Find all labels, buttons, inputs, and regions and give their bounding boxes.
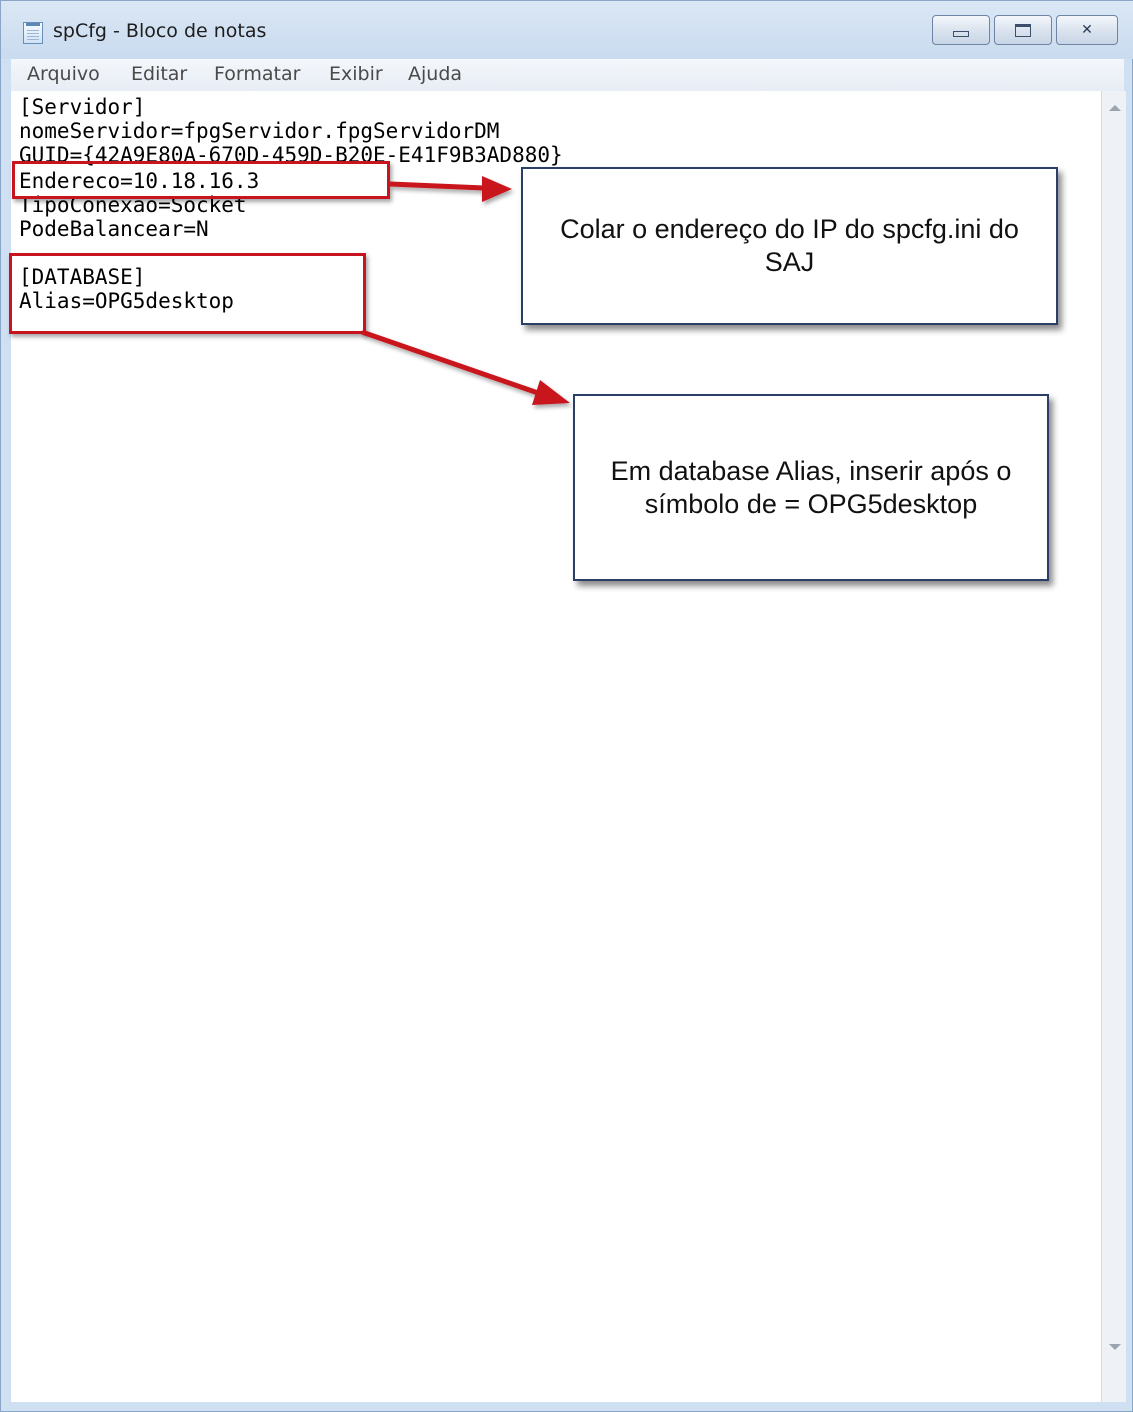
arrow-head-alias xyxy=(532,380,570,405)
callout-ip-address: Colar o endereço do IP do spcfg.ini do S… xyxy=(521,167,1058,325)
callout-ip-text: Colar o endereço do IP do spcfg.ini do S… xyxy=(560,214,1019,277)
arrow-shaft-alias xyxy=(361,329,539,396)
arrow-shaft-ip xyxy=(389,181,485,191)
callout-alias-text: Em database Alias, inserir após o símbol… xyxy=(610,455,1012,519)
arrow-head-ip xyxy=(482,176,512,202)
callout-database-alias: Em database Alias, inserir após o símbol… xyxy=(573,394,1049,581)
